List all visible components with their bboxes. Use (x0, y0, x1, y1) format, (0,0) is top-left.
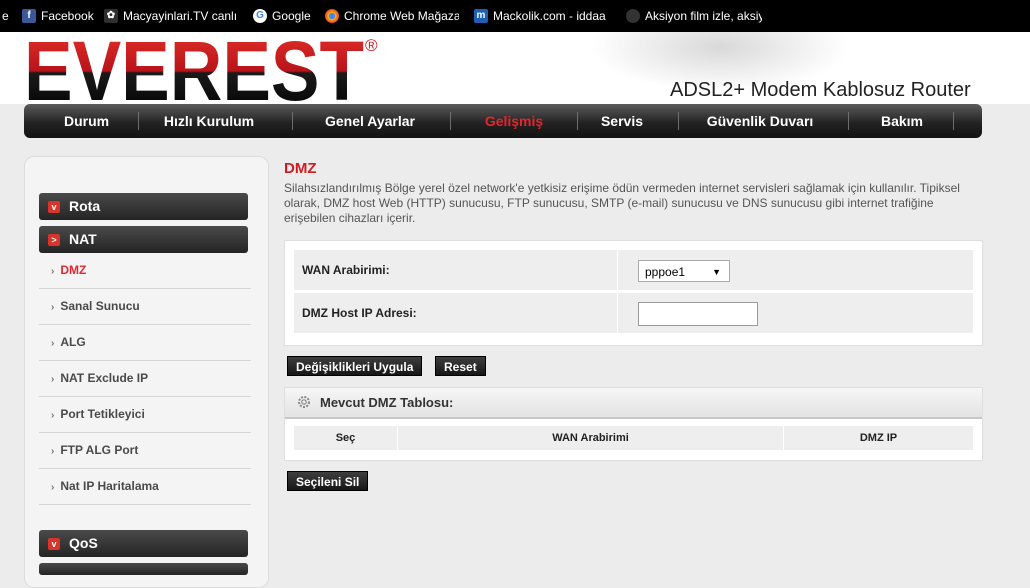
bookmark-aksiyon-film[interactable]: Aksiyon film izle, aksiy (626, 0, 762, 32)
aksiyon-film-icon (626, 8, 640, 23)
bookmark-label: Chrome Web Mağaza (344, 9, 459, 23)
reset-button[interactable]: Reset (435, 356, 486, 376)
sidebar-item-label: FTP ALG Port (60, 443, 139, 457)
macyayinlari-icon: ✿ (104, 8, 118, 23)
everest-logo: EVEREST ® (24, 34, 378, 104)
nav-separator (678, 112, 679, 130)
chevron-right-icon: › (51, 302, 55, 313)
nav-separator (848, 112, 849, 130)
bookmarks-bar: e f Facebook ✿ Macyayinlari.TV canlı G Goog… (0, 0, 1030, 32)
sidebar-item-nat-exclude-ip[interactable]: › NAT Exclude IP (39, 361, 251, 397)
nav-separator (953, 112, 954, 130)
google-icon: G (253, 8, 267, 23)
nav-separator (577, 112, 578, 130)
header: EVEREST ® ADSL2+ Modem Kablosuz Router (0, 32, 1030, 104)
sidebar-item-label: ALG (60, 335, 86, 349)
collapse-icon: v (48, 538, 60, 550)
dmz-host-ip-input[interactable] (638, 302, 758, 326)
sidebar-item-dmz[interactable]: › DMZ (39, 253, 251, 289)
sidebar-item-port-tetikleyici[interactable]: › Port Tetikleyici (39, 397, 251, 433)
chevron-right-icon: › (51, 410, 55, 421)
nav-servis[interactable]: Servis (592, 104, 652, 138)
table-title: Mevcut DMZ Tablosu: (320, 395, 454, 410)
page-title: DMZ (284, 160, 317, 177)
dmz-table: Seç WAN Arabirimi DMZ IP (294, 426, 973, 450)
sidebar-group-label: QoS (69, 535, 98, 551)
sidebar-item-alg[interactable]: › ALG (39, 325, 251, 361)
sidebar-item-sanal-sunucu[interactable]: › Sanal Sunucu (39, 289, 251, 325)
table-header-bar: Mevcut DMZ Tablosu: (285, 388, 982, 419)
bookmark-google[interactable]: G Google (253, 0, 323, 32)
product-subtitle: ADSL2+ Modem Kablosuz Router (670, 79, 971, 101)
sidebar: v Rota > NAT › DMZ › Sanal Sunucu › ALG › NA… (24, 156, 269, 588)
mackolik-icon: m (474, 8, 488, 23)
nav-separator (292, 112, 293, 130)
bookmark-facebook[interactable]: f Facebook (22, 0, 100, 32)
main-nav: Durum Hızlı Kurulum Genel Ayarlar Gelişm… (24, 104, 982, 138)
nav-separator (450, 112, 451, 130)
bookmark-mackolik[interactable]: m Mackolik.com - iddaa (474, 0, 612, 32)
nav-guvenlik-duvari[interactable]: Güvenlik Duvarı (696, 104, 824, 138)
apply-changes-button[interactable]: Değişiklikleri Uygula (287, 356, 423, 376)
wan-interface-label: WAN Arabirimi: (302, 263, 390, 277)
nav-separator (138, 112, 139, 130)
nav-durum[interactable]: Durum (64, 104, 109, 138)
collapse-icon: v (48, 201, 60, 213)
sidebar-group-partial[interactable] (39, 563, 248, 575)
facebook-icon: f (22, 8, 36, 23)
dmz-table-panel: Mevcut DMZ Tablosu: Seç WAN Arabirimi DM… (284, 387, 983, 461)
bookmark-label: Google (272, 9, 311, 23)
logo-text: EVEREST (24, 34, 364, 104)
sidebar-item-ftp-alg-port[interactable]: › FTP ALG Port (39, 433, 251, 469)
registered-mark: ® (365, 36, 378, 55)
nav-gelismis[interactable]: Gelişmiş (464, 104, 564, 138)
sidebar-item-nat-ip-haritalama[interactable]: › Nat IP Haritalama (39, 469, 251, 505)
bookmark-label: Aksiyon film izle, aksiy (645, 9, 762, 23)
sidebar-item-label: Nat IP Haritalama (60, 479, 159, 493)
chevron-right-icon: › (51, 446, 55, 457)
chrome-web-store-icon (325, 8, 339, 23)
wan-interface-value: pppoe1 (645, 265, 686, 279)
gear-icon (298, 396, 310, 408)
chevron-right-icon: › (51, 374, 55, 385)
chevron-right-icon: › (51, 482, 55, 493)
delete-selected-button[interactable]: Seçileni Sil (287, 471, 369, 491)
form-row-dmz-host: DMZ Host IP Adresi: (294, 293, 973, 333)
column-separator (617, 293, 618, 333)
bookmark-partial[interactable]: e (2, 0, 9, 32)
bookmark-label: Mackolik.com - iddaa (493, 9, 606, 23)
column-separator (617, 250, 618, 290)
sidebar-group-qos[interactable]: v QoS (39, 530, 248, 557)
sidebar-group-label: NAT (69, 231, 97, 247)
chevron-right-icon: › (51, 338, 55, 349)
nav-genel-ayarlar[interactable]: Genel Ayarlar (314, 104, 426, 138)
nav-bakim[interactable]: Bakım (867, 104, 937, 138)
sidebar-item-label: Sanal Sunucu (60, 299, 140, 313)
sidebar-item-label: Port Tetikleyici (60, 407, 145, 421)
dmz-form-panel: WAN Arabirimi: pppoe1 ▼ DMZ Host IP Adre… (284, 240, 983, 346)
page-description: Silahsızlandırılmış Bölge yerel özel net… (284, 181, 960, 225)
nav-hizli-kurulum[interactable]: Hızlı Kurulum (149, 104, 269, 138)
sidebar-item-label: DMZ (60, 263, 87, 277)
column-header-wan: WAN Arabirimi (397, 426, 784, 450)
chevron-right-icon: › (51, 266, 55, 277)
dropdown-arrow-icon: ▼ (712, 267, 721, 277)
dmz-host-ip-label: DMZ Host IP Adresi: (302, 306, 417, 320)
sidebar-group-rota[interactable]: v Rota (39, 193, 248, 220)
bookmark-label: Facebook (41, 9, 94, 23)
form-row-wan: WAN Arabirimi: pppoe1 ▼ (294, 250, 973, 290)
sidebar-item-label: NAT Exclude IP (60, 371, 149, 385)
column-header-dmz-ip: DMZ IP (859, 432, 898, 444)
expand-icon: > (48, 234, 60, 246)
bookmark-chrome-web-store[interactable]: Chrome Web Mağaza (325, 0, 459, 32)
wan-interface-select[interactable]: pppoe1 ▼ (638, 260, 730, 282)
bookmark-label: Macyayinlari.TV canlı (123, 9, 238, 23)
table-header-row: Seç WAN Arabirimi DMZ IP (294, 426, 973, 450)
column-header-select: Seç (294, 426, 398, 450)
bookmark-macyayinlari[interactable]: ✿ Macyayinlari.TV canlı (104, 0, 240, 32)
sidebar-group-label: Rota (69, 198, 101, 214)
sidebar-group-nat[interactable]: > NAT (39, 226, 248, 253)
